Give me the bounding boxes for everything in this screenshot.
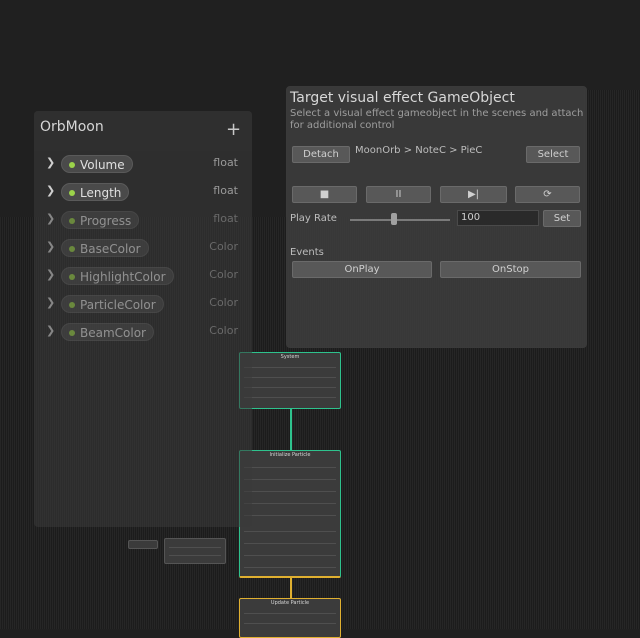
system-node[interactable]: System bbox=[239, 352, 341, 409]
property-pill[interactable]: ParticleColor bbox=[61, 295, 164, 313]
property-node[interactable] bbox=[128, 540, 158, 549]
play-rate-slider[interactable] bbox=[350, 219, 450, 221]
initialize-node-row bbox=[244, 515, 336, 516]
onplay-button[interactable]: OnPlay bbox=[292, 261, 432, 278]
exposed-dot-icon bbox=[69, 274, 75, 280]
property-name: Volume bbox=[80, 158, 125, 172]
initialize-node-row bbox=[244, 543, 336, 544]
system-node-row bbox=[244, 377, 336, 378]
initialize-node-row bbox=[244, 503, 336, 504]
chevron-right-icon[interactable]: ❯ bbox=[46, 296, 55, 309]
property-pill[interactable]: BeamColor bbox=[61, 323, 154, 341]
property-type: Color bbox=[209, 296, 238, 309]
chevron-right-icon[interactable]: ❯ bbox=[46, 184, 55, 197]
property-row-basecolor[interactable]: ❯ BaseColor Color bbox=[44, 238, 242, 260]
target-panel-description: Select a visual effect gameobject in the… bbox=[290, 108, 584, 131]
blackboard-header: OrbMoon + bbox=[34, 111, 252, 151]
set-rate-button[interactable]: Set bbox=[543, 210, 581, 227]
target-vfx-panel: Target visual effect GameObject Select a… bbox=[286, 86, 587, 348]
property-name: HighlightColor bbox=[80, 270, 166, 284]
property-pill[interactable]: Volume bbox=[61, 155, 133, 173]
property-type: Color bbox=[209, 324, 238, 337]
attached-object-path: MoonOrb > NoteC > PieC bbox=[355, 145, 483, 156]
flow-wire-green bbox=[290, 409, 292, 451]
update-node-row bbox=[244, 623, 336, 624]
update-node-title: Update Particle bbox=[270, 600, 310, 606]
play-rate-label: Play Rate bbox=[290, 213, 337, 224]
initialize-node-row bbox=[244, 467, 336, 468]
chevron-right-icon[interactable]: ❯ bbox=[46, 156, 55, 169]
stop-button[interactable]: ■ bbox=[292, 186, 357, 203]
property-row-highlightcolor[interactable]: ❯ HighlightColor Color bbox=[44, 266, 242, 288]
property-pill[interactable]: HighlightColor bbox=[61, 267, 174, 285]
system-node-title: System bbox=[280, 354, 300, 360]
system-node-row bbox=[244, 387, 336, 388]
property-name: Progress bbox=[80, 214, 132, 228]
detach-button[interactable]: Detach bbox=[292, 146, 350, 163]
pause-button[interactable]: II bbox=[366, 186, 431, 203]
blackboard-panel: OrbMoon + ❯ Volume float ❯ Length float … bbox=[34, 111, 252, 527]
chevron-right-icon[interactable]: ❯ bbox=[46, 240, 55, 253]
property-row-volume[interactable]: ❯ Volume float bbox=[44, 154, 242, 176]
property-pill[interactable]: Progress bbox=[61, 211, 140, 229]
initialize-node-row bbox=[244, 555, 336, 556]
chevron-right-icon[interactable]: ❯ bbox=[46, 324, 55, 337]
property-row-length[interactable]: ❯ Length float bbox=[44, 182, 242, 204]
flow-wire-orange bbox=[290, 578, 292, 599]
graph-canvas-edge bbox=[584, 90, 640, 217]
play-rate-field[interactable]: 100 bbox=[457, 210, 539, 226]
property-type: Color bbox=[209, 240, 238, 253]
target-panel-title: Target visual effect GameObject bbox=[290, 90, 515, 106]
select-button[interactable]: Select bbox=[526, 146, 580, 163]
initialize-node-title: Initialize Particle bbox=[269, 452, 311, 458]
property-pill[interactable]: BaseColor bbox=[61, 239, 149, 257]
chevron-right-icon[interactable]: ❯ bbox=[46, 212, 55, 225]
system-node-row bbox=[244, 367, 336, 368]
play-rate-slider-handle[interactable] bbox=[391, 213, 397, 225]
property-type: float bbox=[213, 212, 238, 225]
step-button[interactable]: ▶| bbox=[440, 186, 507, 203]
exposed-dot-icon bbox=[69, 330, 75, 336]
operator-node[interactable] bbox=[164, 538, 226, 564]
exposed-dot-icon bbox=[69, 162, 75, 168]
initialize-node-row bbox=[244, 479, 336, 480]
property-name: Length bbox=[80, 186, 122, 200]
exposed-dot-icon bbox=[69, 246, 75, 252]
initialize-node-row bbox=[244, 567, 336, 568]
property-row-particlecolor[interactable]: ❯ ParticleColor Color bbox=[44, 294, 242, 316]
restart-button[interactable]: ⟳ bbox=[515, 186, 580, 203]
property-type: Color bbox=[209, 268, 238, 281]
exposed-dot-icon bbox=[69, 218, 75, 224]
update-node[interactable]: Update Particle bbox=[239, 598, 341, 638]
property-name: BeamColor bbox=[80, 326, 146, 340]
operator-node-row bbox=[169, 547, 221, 548]
property-pill[interactable]: Length bbox=[61, 183, 130, 201]
system-node-row bbox=[244, 397, 336, 398]
blackboard-title: OrbMoon bbox=[40, 119, 104, 135]
exposed-dot-icon bbox=[69, 302, 75, 308]
property-row-beamcolor[interactable]: ❯ BeamColor Color bbox=[44, 322, 242, 344]
property-type: float bbox=[213, 156, 238, 169]
operator-node-row bbox=[169, 555, 221, 556]
add-property-button[interactable]: + bbox=[226, 120, 241, 140]
property-row-progress[interactable]: ❯ Progress float bbox=[44, 210, 242, 232]
update-node-row bbox=[244, 613, 336, 614]
initialize-node-row bbox=[244, 491, 336, 492]
events-label: Events bbox=[290, 247, 324, 258]
exposed-dot-icon bbox=[69, 190, 75, 196]
property-name: ParticleColor bbox=[80, 298, 156, 312]
property-type: float bbox=[213, 184, 238, 197]
initialize-node-row bbox=[244, 531, 336, 532]
onstop-button[interactable]: OnStop bbox=[440, 261, 581, 278]
property-name: BaseColor bbox=[80, 242, 141, 256]
initialize-node[interactable]: Initialize Particle bbox=[239, 450, 341, 578]
chevron-right-icon[interactable]: ❯ bbox=[46, 268, 55, 281]
